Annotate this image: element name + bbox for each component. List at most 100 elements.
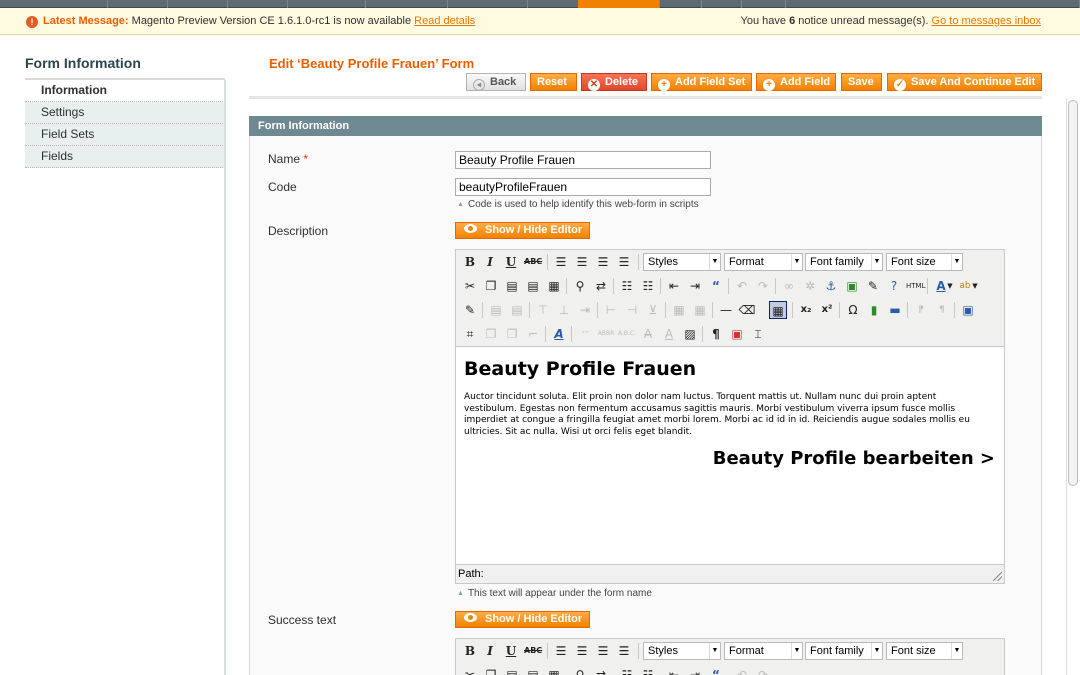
strikethrough-icon[interactable]: ABC xyxy=(524,642,542,660)
underline-icon[interactable]: U xyxy=(502,253,520,271)
cut-icon[interactable]: ✂ xyxy=(461,277,479,295)
chevron-down-icon[interactable]: ▼ xyxy=(946,277,954,295)
align-left-icon[interactable]: ☰ xyxy=(552,253,570,271)
delete-row-icon[interactable]: ⇥ xyxy=(576,301,594,319)
bullet-list-icon[interactable]: ☷ xyxy=(618,666,636,675)
special-char-icon[interactable]: Ω xyxy=(844,301,862,319)
italic-icon[interactable]: I xyxy=(481,253,499,271)
nav-item[interactable] xyxy=(366,0,448,8)
ltr-icon[interactable]: ⁋ xyxy=(912,301,930,319)
show-hide-editor-button[interactable]: Show / Hide Editor xyxy=(455,222,591,239)
cleanup-icon[interactable]: ✎ xyxy=(864,277,882,295)
font-size-select[interactable]: Font size ▼ xyxy=(886,642,963,660)
bold-icon[interactable]: B xyxy=(461,642,479,660)
align-right-icon[interactable]: ☰ xyxy=(594,253,612,271)
show-blocks-icon[interactable]: ¶ xyxy=(707,325,725,343)
font-size-select[interactable]: Font size ▼ xyxy=(886,253,963,271)
messages-inbox-link[interactable]: Go to messages inbox xyxy=(932,15,1041,27)
redo-icon[interactable]: ↷ xyxy=(754,666,772,675)
table-cell-props-icon[interactable]: ▤ xyxy=(508,301,526,319)
bold-icon[interactable]: B xyxy=(461,253,479,271)
read-details-link[interactable]: Read details xyxy=(414,15,475,27)
content-edit-link[interactable]: Beauty Profile bearbeiten > xyxy=(713,448,995,469)
add-field-button[interactable]: + Add Field xyxy=(756,73,836,91)
advanced-hr-icon[interactable]: ▬ xyxy=(886,301,904,319)
blockquote-icon[interactable]: “ xyxy=(707,277,725,295)
insert-text-icon[interactable]: A xyxy=(660,325,678,343)
superscript-icon[interactable]: x² xyxy=(818,301,836,319)
media-icon[interactable]: ▮ xyxy=(865,301,883,319)
editor-content-area[interactable]: Beauty Profile Frauen Auctor tincidunt s… xyxy=(456,346,1004,565)
numbered-list-icon[interactable]: ☷ xyxy=(639,277,657,295)
nav-item[interactable] xyxy=(0,0,108,8)
outdent-icon[interactable]: ⇤ xyxy=(665,277,683,295)
nav-item[interactable] xyxy=(168,0,228,8)
indent-icon[interactable]: ⇥ xyxy=(686,666,704,675)
move-forward-icon[interactable]: ❐ xyxy=(482,325,500,343)
absolute-position-icon[interactable]: ⌗ xyxy=(461,325,479,343)
subscript-icon[interactable]: x₂ xyxy=(797,301,815,319)
nav-item[interactable] xyxy=(1010,0,1080,8)
html-source-icon[interactable]: HTML xyxy=(906,277,925,295)
styles-select[interactable]: Styles ▼ xyxy=(643,253,721,271)
align-center-icon[interactable]: ☰ xyxy=(573,642,591,660)
fullscreen-icon[interactable]: ▣ xyxy=(959,301,977,319)
undo-icon[interactable]: ↶ xyxy=(733,277,751,295)
nav-item[interactable] xyxy=(702,0,742,8)
align-justify-icon[interactable]: ☰ xyxy=(615,642,633,660)
nav-item[interactable] xyxy=(660,0,702,8)
sidebar-tab-settings[interactable]: Settings xyxy=(25,102,225,124)
split-cells-icon[interactable]: ▦ xyxy=(670,301,688,319)
insert-row-before-icon[interactable]: ⊤ xyxy=(534,301,552,319)
replace-icon[interactable]: ⇄ xyxy=(592,277,610,295)
add-field-set-button[interactable]: + Add Field Set xyxy=(651,73,752,91)
page-break-icon[interactable]: ⌶ xyxy=(749,325,767,343)
underline-icon[interactable]: U xyxy=(502,642,520,660)
italic-icon[interactable]: I xyxy=(481,642,499,660)
nav-item[interactable] xyxy=(108,0,168,8)
paste-icon[interactable]: ▤ xyxy=(503,277,521,295)
paste-word-icon[interactable]: ▦ xyxy=(545,666,563,675)
outdent-icon[interactable]: ⇤ xyxy=(665,666,683,675)
link-icon[interactable]: ∞ xyxy=(780,277,798,295)
redo-icon[interactable]: ↷ xyxy=(754,277,772,295)
unlink-icon[interactable]: ✲ xyxy=(801,277,819,295)
help-icon[interactable]: ? xyxy=(885,277,903,295)
image-icon[interactable]: ▣ xyxy=(843,277,861,295)
code-input[interactable]: beautyProfileFrauen xyxy=(455,178,711,196)
indent-icon[interactable]: ⇥ xyxy=(686,277,704,295)
find-icon[interactable]: ⚲ xyxy=(571,666,589,675)
font-style-icon[interactable]: A xyxy=(550,325,568,343)
attributes-icon[interactable]: ▨ xyxy=(681,325,699,343)
sidebar-tab-fields[interactable]: Fields xyxy=(25,146,225,168)
show-hide-editor-button[interactable]: Show / Hide Editor xyxy=(455,611,591,628)
nav-item[interactable] xyxy=(742,0,786,8)
acronym-icon[interactable]: A.B.C. xyxy=(618,325,636,343)
align-center-icon[interactable]: ☰ xyxy=(573,253,591,271)
blockquote-icon[interactable]: “ xyxy=(707,666,725,675)
paste-text-icon[interactable]: ▤ xyxy=(524,666,542,675)
page-scrollbar-thumb[interactable] xyxy=(1068,100,1078,486)
font-family-select[interactable]: Font family ▼ xyxy=(805,642,883,660)
back-button[interactable]: ◂ Back xyxy=(466,73,526,91)
delete-text-icon[interactable]: A xyxy=(639,325,657,343)
find-icon[interactable]: ⚲ xyxy=(571,277,589,295)
chevron-down-icon[interactable]: ▼ xyxy=(971,277,979,295)
cite-icon[interactable]: “” xyxy=(576,325,594,343)
delete-button[interactable]: ✕ Delete xyxy=(581,73,647,91)
undo-icon[interactable]: ↶ xyxy=(733,666,751,675)
nav-item[interactable] xyxy=(228,0,288,8)
merge-cells-icon[interactable]: ▦ xyxy=(691,301,709,319)
style-props-icon[interactable]: ⌐ xyxy=(524,325,542,343)
rtl-icon[interactable]: ¶ xyxy=(933,301,951,319)
copy-icon[interactable]: ❐ xyxy=(482,666,500,675)
sidebar-tab-field-sets[interactable]: Field Sets xyxy=(25,124,225,146)
bullet-list-icon[interactable]: ☷ xyxy=(618,277,636,295)
sidebar-tab-information[interactable]: Information xyxy=(25,80,225,102)
insert-layer-icon[interactable]: ✎ xyxy=(461,301,479,319)
nav-item[interactable] xyxy=(288,0,366,8)
save-and-continue-button[interactable]: ✓ Save And Continue Edit xyxy=(887,73,1042,91)
insert-col-after-icon[interactable]: ⊣ xyxy=(623,301,641,319)
align-justify-icon[interactable]: ☰ xyxy=(615,253,633,271)
numbered-list-icon[interactable]: ☷ xyxy=(639,666,657,675)
